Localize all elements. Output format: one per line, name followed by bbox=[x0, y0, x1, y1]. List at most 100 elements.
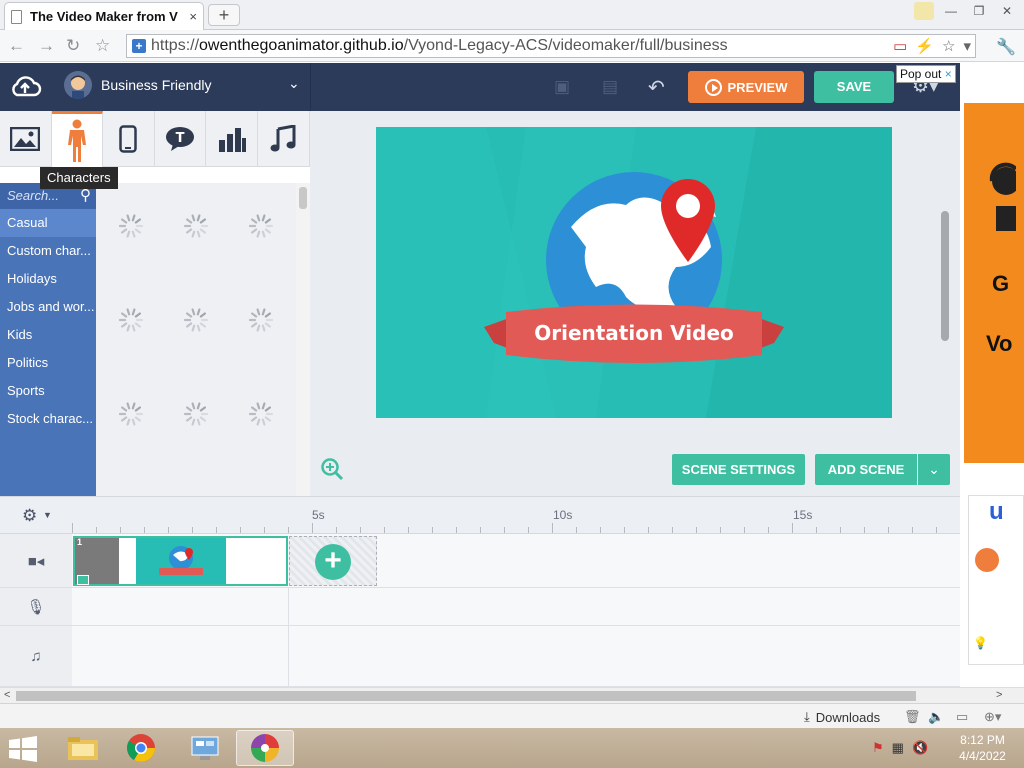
star-icon[interactable]: ☆ bbox=[942, 37, 955, 55]
volume-muted-icon[interactable]: 🔇 bbox=[912, 740, 928, 756]
trash-icon[interactable]: 🗑 bbox=[904, 709, 921, 725]
timeline-mark-15s: 15s bbox=[793, 508, 813, 522]
flag-icon[interactable]: ⚑ bbox=[872, 740, 884, 756]
tab-text[interactable]: T bbox=[155, 111, 207, 167]
zoom-icon[interactable]: ⊕▾ bbox=[984, 709, 1001, 725]
scene-settings-button[interactable]: SCENE SETTINGS bbox=[672, 454, 805, 485]
ruler-tick bbox=[888, 527, 889, 533]
category-item[interactable]: Jobs and wor... bbox=[0, 293, 96, 321]
ad-banner[interactable]: G Vo bbox=[964, 103, 1024, 463]
popout-close-button[interactable]: × bbox=[945, 67, 952, 81]
ad-text-fragment: Vo bbox=[986, 331, 1013, 356]
browser-tab[interactable]: The Video Maker from V × bbox=[4, 2, 204, 30]
ruler-tick bbox=[168, 527, 169, 533]
new-tab-button[interactable]: + bbox=[208, 4, 240, 26]
network-icon[interactable]: ▦ bbox=[892, 740, 904, 756]
loading-spinner-icon bbox=[248, 308, 274, 332]
tab-backgrounds[interactable] bbox=[0, 111, 52, 167]
scroll-left-arrow-icon[interactable]: < bbox=[4, 688, 10, 703]
lightning-icon[interactable]: ⚡ bbox=[915, 37, 934, 55]
downloads-label: Downloads bbox=[815, 709, 881, 725]
loading-spinner-icon bbox=[118, 308, 144, 332]
undo-icon[interactable]: ↶ bbox=[648, 75, 665, 100]
page-horizontal-scrollbar[interactable]: < > bbox=[0, 687, 1024, 703]
preview-button[interactable]: PREVIEW bbox=[688, 71, 804, 103]
timeline-tracks: ■◂ 🎙 ♫ 1 + bbox=[0, 534, 960, 687]
copy-icon[interactable]: ▣ bbox=[552, 77, 572, 97]
scroll-right-arrow-icon[interactable]: > bbox=[996, 688, 1002, 703]
category-item[interactable]: Stock charac... bbox=[0, 405, 96, 433]
bar-chart-icon bbox=[218, 128, 246, 152]
asset-tabs: T bbox=[0, 111, 310, 167]
category-item[interactable]: Custom char... bbox=[0, 237, 96, 265]
timeline-settings-gear-icon[interactable]: ⚙ bbox=[22, 506, 37, 526]
pinwheel-app-taskbar-icon[interactable] bbox=[236, 730, 294, 766]
ruler-tick bbox=[648, 527, 649, 533]
svg-text:T: T bbox=[176, 131, 185, 146]
video-maker-app: Business Friendly ⌄ ▣ ▤ ↶ PREVIEW SAVE ⚙… bbox=[0, 63, 960, 687]
theme-name[interactable]: Business Friendly bbox=[101, 77, 212, 93]
stage-scrollbar[interactable] bbox=[940, 123, 950, 413]
category-item[interactable]: Kids bbox=[0, 321, 96, 349]
windows-start-icon[interactable] bbox=[8, 736, 38, 762]
system-clock[interactable]: 8:12 PM 4/4/2022 bbox=[955, 732, 1010, 764]
tab-characters[interactable] bbox=[51, 111, 104, 167]
tab-audio[interactable] bbox=[258, 111, 310, 167]
add-scene-button[interactable]: ADD SCENE bbox=[815, 454, 917, 485]
ruler-tick bbox=[264, 527, 265, 533]
popout-tooltip[interactable]: Pop out × bbox=[896, 65, 956, 83]
scroll-thumb[interactable] bbox=[16, 691, 916, 701]
profile-shirt-icon[interactable] bbox=[914, 2, 934, 20]
add-scene-slot[interactable]: + bbox=[289, 536, 377, 586]
scene-thumbnail[interactable]: 1 bbox=[73, 536, 288, 586]
cloud-upload-icon[interactable] bbox=[8, 73, 42, 101]
system-tray: ⚑ ▦ 🔇 bbox=[872, 740, 928, 756]
paste-icon[interactable]: ▤ bbox=[600, 77, 620, 97]
music-track[interactable] bbox=[72, 626, 960, 687]
url-bar[interactable]: + https://owenthegoanimator.github.io/Vy… bbox=[126, 34, 976, 58]
ruler-tick bbox=[912, 527, 913, 533]
chrome-taskbar-icon[interactable] bbox=[112, 730, 170, 766]
downloads-button[interactable]: ⤓ Downloads bbox=[804, 709, 880, 725]
category-item[interactable]: Sports bbox=[0, 377, 96, 405]
category-item[interactable]: Casual bbox=[0, 209, 96, 237]
tab-props[interactable] bbox=[103, 111, 155, 167]
timeline-settings-caret-icon[interactable]: ▼ bbox=[43, 510, 52, 520]
category-item[interactable]: Politics bbox=[0, 349, 96, 377]
close-window-button[interactable]: ✕ bbox=[996, 2, 1018, 20]
voice-track-header: 🎙 bbox=[0, 588, 72, 626]
zoom-in-icon[interactable] bbox=[320, 457, 344, 481]
theme-avatar[interactable] bbox=[64, 71, 92, 99]
voice-track[interactable] bbox=[72, 588, 960, 626]
restore-button[interactable]: ❐ bbox=[968, 2, 990, 20]
dropdown-arrow-icon[interactable]: ▾ bbox=[963, 37, 971, 55]
back-arrow-icon[interactable]: ← bbox=[8, 36, 25, 56]
scene-canvas[interactable]: Orientation Video bbox=[376, 127, 892, 418]
tab-close-button[interactable]: × bbox=[189, 9, 197, 24]
save-button[interactable]: SAVE bbox=[814, 71, 894, 103]
wrench-menu-icon[interactable]: 🔧 bbox=[996, 37, 1016, 57]
control-panel-taskbar-icon[interactable] bbox=[176, 730, 234, 766]
chevron-down-icon[interactable]: ⌄ bbox=[288, 75, 300, 92]
tab-charts[interactable] bbox=[206, 111, 258, 167]
screen-icon[interactable]: ▭ bbox=[956, 709, 968, 725]
bookmark-star-icon[interactable]: ☆ bbox=[95, 36, 110, 56]
browser-statusbar: ⤓ Downloads 🗑 🔈 ▭ ⊕▾ bbox=[0, 703, 1024, 728]
reload-icon[interactable]: ↻ bbox=[66, 36, 80, 56]
ad-sidebar: G Vo u 💡 bbox=[960, 63, 1024, 687]
asset-scrollbar[interactable] bbox=[296, 183, 310, 496]
scene-select-checkbox[interactable] bbox=[77, 575, 89, 585]
add-scene-dropdown-icon[interactable]: ⌄ bbox=[918, 454, 950, 485]
ruler-tick bbox=[696, 527, 697, 533]
popout-label: Pop out bbox=[900, 67, 942, 81]
volume-icon[interactable]: 🔈 bbox=[928, 709, 944, 725]
file-explorer-taskbar-icon[interactable] bbox=[54, 730, 112, 766]
screen-blocked-icon[interactable]: ▭ bbox=[893, 37, 907, 55]
divider bbox=[310, 63, 311, 111]
ad-card[interactable]: u 💡 bbox=[968, 495, 1024, 665]
category-item[interactable]: Holidays bbox=[0, 265, 96, 293]
forward-arrow-icon[interactable]: → bbox=[38, 36, 55, 56]
minimize-button[interactable]: — bbox=[940, 2, 962, 20]
plus-icon[interactable]: + bbox=[315, 544, 351, 580]
ruler-tick bbox=[720, 527, 721, 533]
